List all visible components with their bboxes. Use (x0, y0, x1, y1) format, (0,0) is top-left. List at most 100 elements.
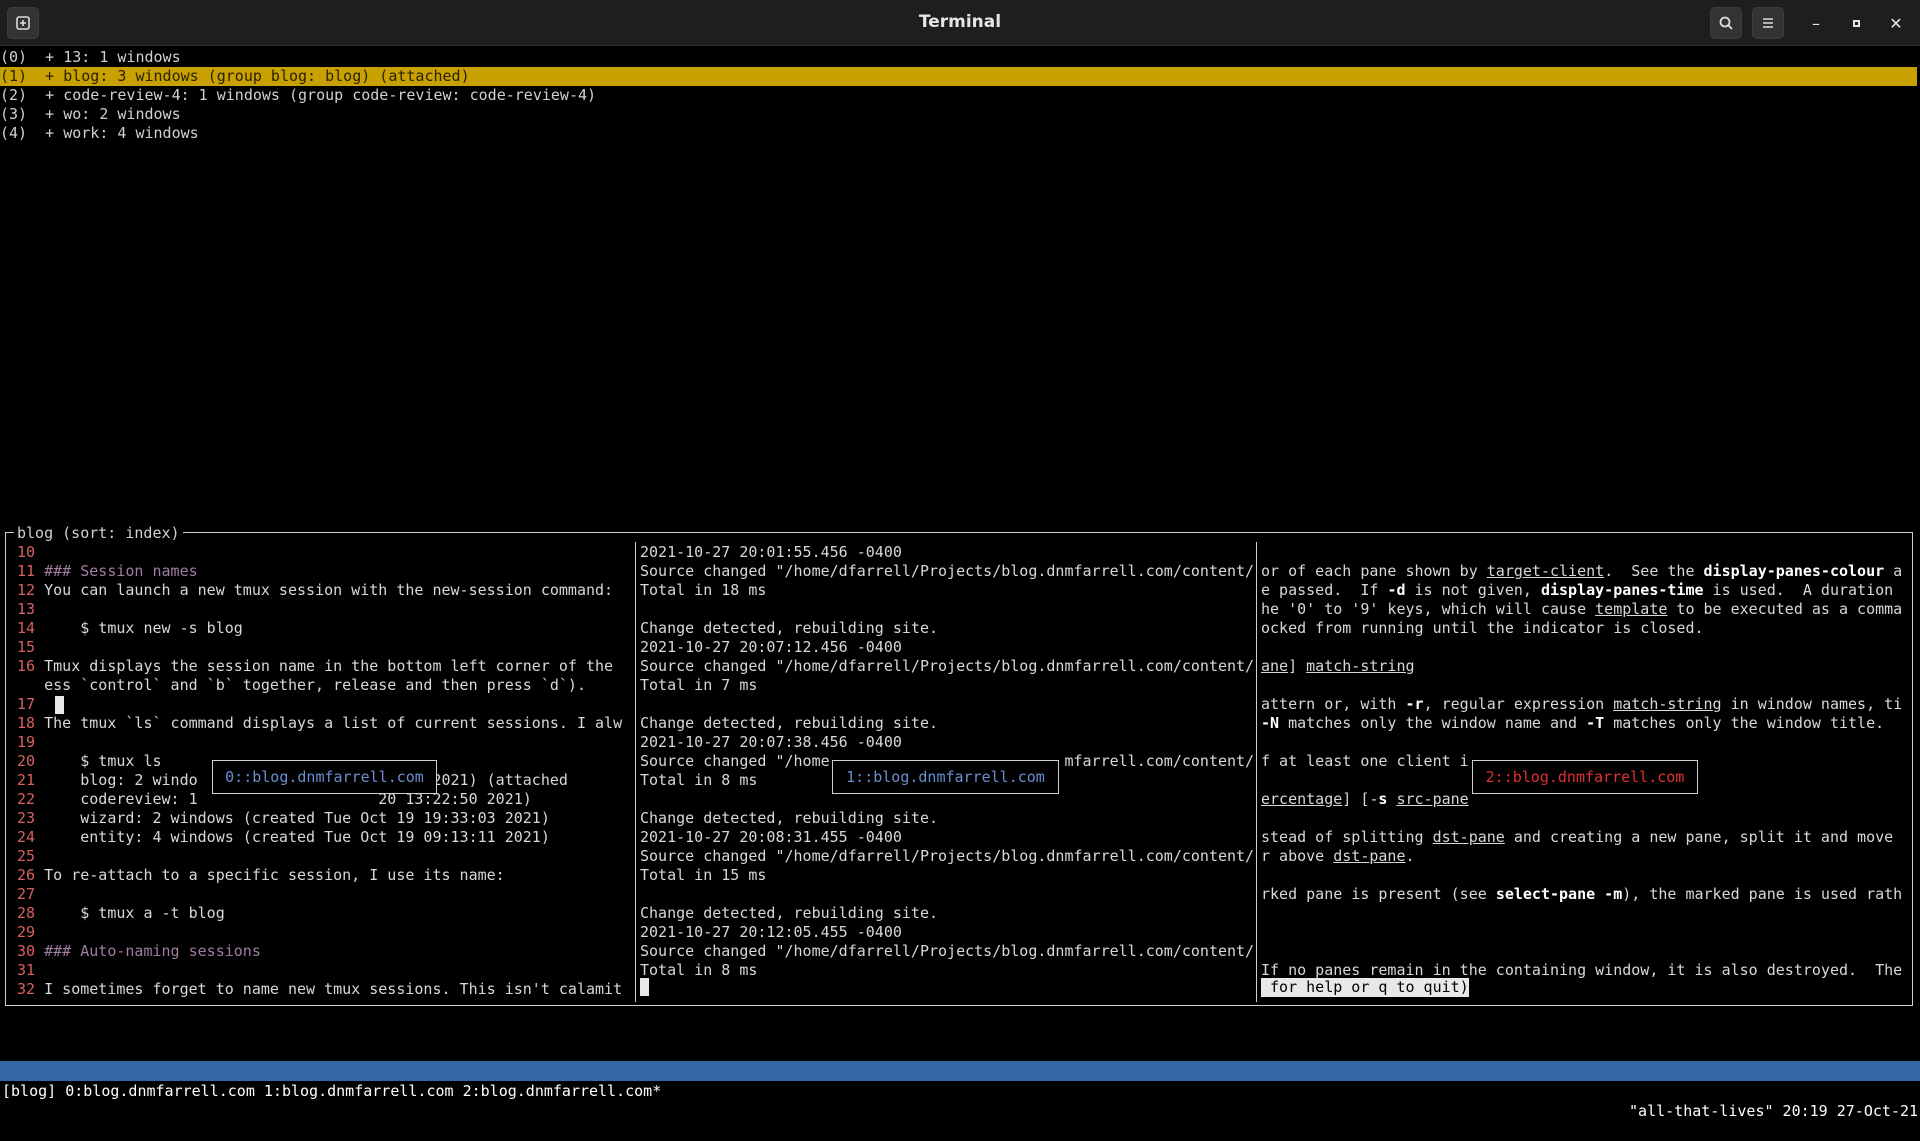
log-line: Total in 8 ms (640, 961, 758, 979)
status-right: "all-that-lives" 20:19 27-Oct-21 (1629, 1102, 1918, 1120)
close-button[interactable]: ✕ (1881, 8, 1911, 38)
session-item-3[interactable]: (3) + wo: 2 windows (0, 105, 181, 124)
log-line: Total in 15 ms (640, 866, 767, 884)
man-text: rked pane is present (see (1261, 885, 1496, 903)
man-reference: src-pane (1396, 790, 1469, 808)
man-text: display-panes-colour (1703, 562, 1885, 580)
editor-line: 16 Tmux displays the session name in the… (8, 657, 613, 676)
tmux-status-bar: [blog] 0:blog.dnmfarrell.com 1:blog.dnmf… (0, 1061, 1920, 1120)
line-number: 13 (8, 600, 45, 618)
editor-line: 10 (8, 543, 44, 562)
line-number: 27 (8, 885, 45, 903)
man-text: e passed. If (1261, 581, 1388, 599)
session-item-1-selected[interactable]: (1) + blog: 3 windows (group blog: blog)… (0, 67, 1917, 86)
cursor-pane-0 (55, 696, 64, 714)
log-line: Source changed "/home/dfarrell/Projects/… (640, 657, 1255, 675)
log-line: Change detected, rebuilding site. (640, 809, 939, 827)
line-text: The tmux `ls` command displays a list of… (44, 714, 623, 732)
man-text: select-pane -m (1495, 885, 1623, 903)
line-text: $ tmux new -s blog (44, 619, 243, 637)
pane-divider-1 (635, 542, 636, 1002)
editor-line: 30 ### Auto-naming sessions (8, 942, 261, 961)
man-text: f at least one client i (1261, 752, 1469, 770)
editor-line: 32 I sometimes forget to name new tmux s… (8, 980, 622, 999)
man-line: attern or, with -r, regular expression m… (1261, 695, 1902, 714)
man-line: e passed. If -d is not given, display-pa… (1261, 581, 1893, 600)
man-line: ocked from running until the indicator i… (1261, 619, 1704, 638)
log-line: Source changed "/home/dfarrell/Projects/… (640, 942, 1255, 960)
man-text: -N (1261, 714, 1280, 732)
minimize-button[interactable]: – (1801, 8, 1831, 38)
pane-label-0: 0::blog.dnmfarrell.com (212, 760, 437, 794)
man-reference: ane (1261, 657, 1289, 675)
man-text: he '0' to '9' keys, which will cause (1261, 600, 1596, 618)
editor-line: 29 (8, 923, 44, 942)
man-reference: match-string (1306, 657, 1415, 675)
search-button[interactable] (1710, 7, 1742, 39)
line-number: 18 (8, 714, 45, 732)
man-reference: target-client (1486, 562, 1605, 580)
man-text: ), the marked pane is used rath (1622, 885, 1903, 903)
menu-icon (1763, 18, 1773, 28)
editor-line: 12 You can launch a new tmux session wit… (8, 581, 613, 600)
log-line: 2021-10-27 20:07:38.456 -0400 (640, 733, 902, 751)
window-title: Terminal (918, 12, 1002, 32)
line-number: 15 (8, 638, 45, 656)
maximize-button[interactable] (1841, 8, 1871, 38)
menu-button[interactable] (1752, 7, 1784, 39)
line-number: 16 (8, 657, 45, 675)
line-number: 12 (8, 581, 45, 599)
line-number: 20 (8, 752, 45, 770)
man-reference: dst-pane (1333, 847, 1406, 865)
log-line: 2021-10-27 20:01:55.456 -0400 (640, 543, 902, 561)
log-line: Total in 7 ms (640, 676, 758, 694)
pane-label-2: 2::blog.dnmfarrell.com (1472, 760, 1698, 794)
editor-line: 26 To re-attach to a specific session, I… (8, 866, 505, 885)
log-line: 2021-10-27 20:08:31.455 -0400 (640, 828, 902, 846)
line-number: 28 (8, 904, 45, 922)
line-number: 23 (8, 809, 45, 827)
editor-line: 13 (8, 600, 44, 619)
man-text: If no panes remain in the containing win… (1261, 961, 1903, 979)
log-line: Change detected, rebuilding site. (640, 619, 939, 637)
man-text: is used. A duration (1703, 581, 1894, 599)
man-text: attern or, with (1261, 695, 1406, 713)
title-bar: Terminal – ✕ (0, 0, 1920, 46)
close-icon: ✕ (1889, 13, 1903, 33)
line-number: 10 (8, 543, 45, 561)
line-number: 32 (8, 980, 45, 998)
man-text: -r (1405, 695, 1424, 713)
terminal-area[interactable]: (0) + 13: 1 windows (1) + blog: 3 window… (0, 46, 1920, 1120)
pane-label-1: 1::blog.dnmfarrell.com (832, 760, 1059, 794)
session-item-4[interactable]: (4) + work: 4 windows (0, 124, 199, 143)
session-item-2[interactable]: (2) + code-review-4: 1 windows (group co… (0, 86, 596, 105)
editor-line: 19 (8, 733, 44, 752)
editor-line: 27 (8, 885, 44, 904)
pane-divider-2 (1256, 542, 1257, 1002)
man-text: matches only the window name and (1279, 714, 1587, 732)
editor-line: 11 ### Session names (8, 562, 198, 581)
man-line: ane] match-string (1261, 657, 1415, 676)
editor-line: 20 $ tmux ls (8, 752, 162, 771)
man-reference: match-string (1613, 695, 1722, 713)
man-text: ] (1288, 657, 1307, 675)
man-text: ] [- (1342, 790, 1379, 808)
man-line: he '0' to '9' keys, which will cause tem… (1261, 600, 1902, 619)
man-text: ocked from running until the indicator i… (1261, 619, 1704, 637)
editor-line: 14 $ tmux new -s blog (8, 619, 243, 638)
man-text: . (1405, 847, 1415, 865)
man-text: in window names, ti (1721, 695, 1903, 713)
line-number: 22 (8, 790, 45, 808)
man-text: and creating a new pane, split it and mo… (1504, 828, 1894, 846)
man-text: a (1884, 562, 1903, 580)
line-number: 24 (8, 828, 45, 846)
line-text: To re-attach to a specific session, I us… (44, 866, 505, 884)
line-text: You can launch a new tmux session with t… (44, 581, 614, 599)
log-line: Source changed "/home/dfarrell/Projects/… (640, 847, 1255, 865)
line-text: ### Session names (44, 562, 198, 580)
line-number: 21 (8, 771, 45, 789)
log-line: Total in 8 ms (640, 771, 758, 789)
editor-line: 18 The tmux `ls` command displays a list… (8, 714, 622, 733)
line-number: 14 (8, 619, 45, 637)
session-item-0[interactable]: (0) + 13: 1 windows (0, 48, 181, 67)
